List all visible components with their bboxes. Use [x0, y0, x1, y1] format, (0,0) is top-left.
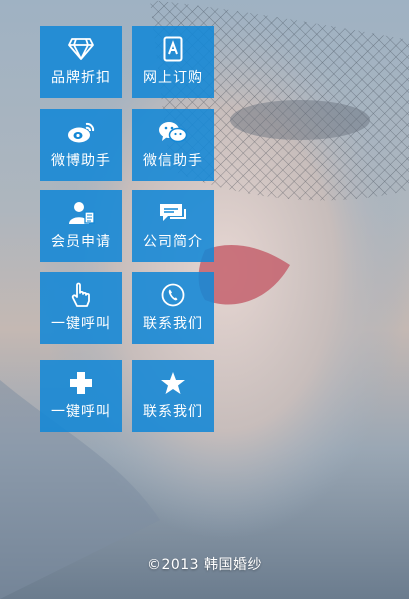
menu-tile-label: 品牌折扣	[51, 70, 111, 86]
plus-icon	[40, 370, 122, 396]
menu-tile-label: 公司简介	[143, 234, 203, 250]
menu-tile-contact-us-2[interactable]: 联系我们	[132, 360, 214, 432]
hand-pointer-icon	[40, 282, 122, 308]
menu-tile-label: 联系我们	[143, 404, 203, 420]
menu-tile-company-profile[interactable]: 公司简介	[132, 190, 214, 262]
menu-tile-online-order[interactable]: 网上订购	[132, 26, 214, 98]
menu-tile-label: 微信助手	[143, 153, 203, 169]
star-icon	[132, 370, 214, 396]
menu-tile-label: 一键呼叫	[51, 316, 111, 332]
chat-bubble-icon	[132, 200, 214, 226]
menu-tile-label: 联系我们	[143, 316, 203, 332]
copyright-footer: ©2013 韩国婚纱	[146, 557, 263, 573]
menu-tile-label: 一键呼叫	[51, 404, 111, 420]
menu-tile-brand-discount[interactable]: 品牌折扣	[40, 26, 122, 98]
phone-icon	[132, 282, 214, 308]
menu-tile-label: 微博助手	[51, 153, 111, 169]
tablet-icon	[132, 36, 214, 62]
menu-tile-one-key-call[interactable]: 一键呼叫	[40, 272, 122, 344]
menu-tile-label: 会员申请	[51, 234, 111, 250]
diamond-icon	[40, 36, 122, 62]
menu-tile-member-application[interactable]: 会员申请	[40, 190, 122, 262]
weibo-icon	[40, 119, 122, 145]
wechat-icon	[132, 119, 214, 145]
menu-tile-label: 网上订购	[143, 70, 203, 86]
menu-tile-weibo-assistant[interactable]: 微博助手	[40, 109, 122, 181]
menu-tile-one-key-call-2[interactable]: 一键呼叫	[40, 360, 122, 432]
menu-tile-contact-us[interactable]: 联系我们	[132, 272, 214, 344]
menu-tile-wechat-assistant[interactable]: 微信助手	[132, 109, 214, 181]
member-icon	[40, 200, 122, 226]
